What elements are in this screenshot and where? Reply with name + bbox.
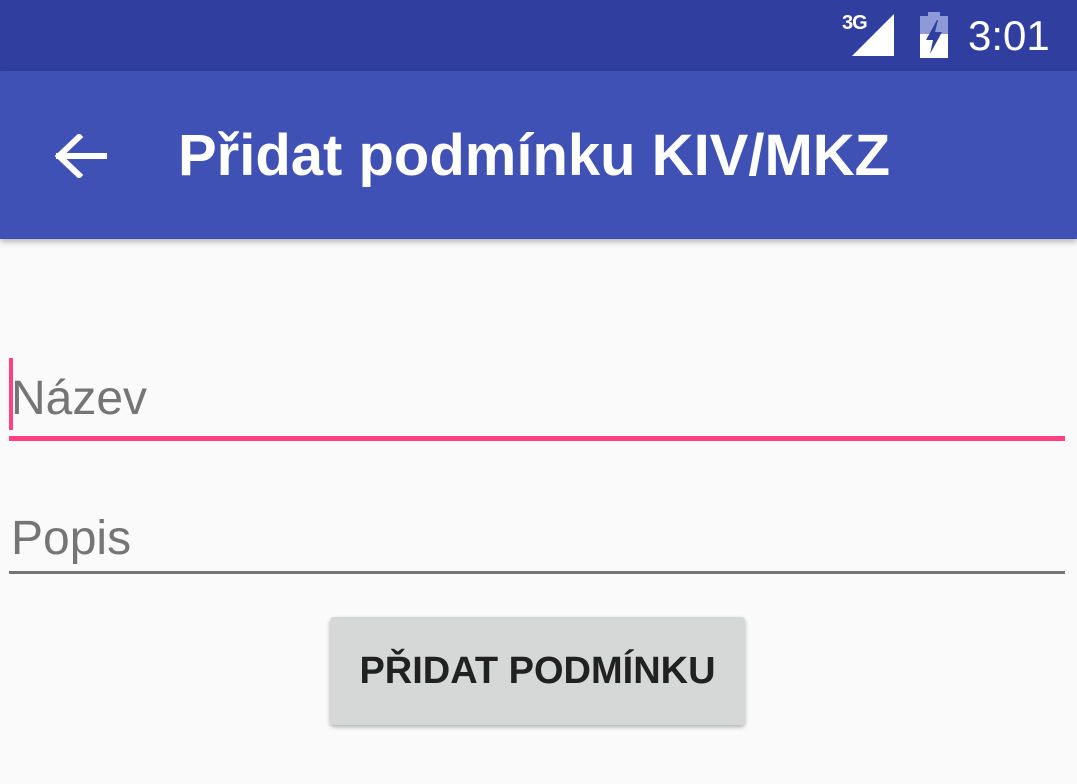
signal-icon [852, 14, 896, 61]
name-field-underline [9, 436, 1065, 441]
description-field[interactable] [9, 498, 1065, 578]
battery-charging-icon [918, 12, 950, 63]
add-condition-button[interactable]: PŘIDAT PODMÍNKU [330, 617, 745, 725]
toolbar: Přidat podmínku KIV/MKZ [0, 71, 1077, 239]
arrow-back-icon [55, 134, 107, 178]
page-title: Přidat podmínku KIV/MKZ [178, 123, 891, 188]
name-input[interactable] [9, 358, 1065, 438]
description-input[interactable] [9, 498, 1065, 578]
name-field[interactable] [9, 358, 1065, 444]
status-bar: 3G 3:01 [0, 0, 1077, 71]
status-clock: 3:01 [968, 12, 1050, 59]
description-field-underline [9, 571, 1065, 574]
text-cursor [9, 358, 13, 430]
back-button[interactable] [42, 117, 120, 195]
